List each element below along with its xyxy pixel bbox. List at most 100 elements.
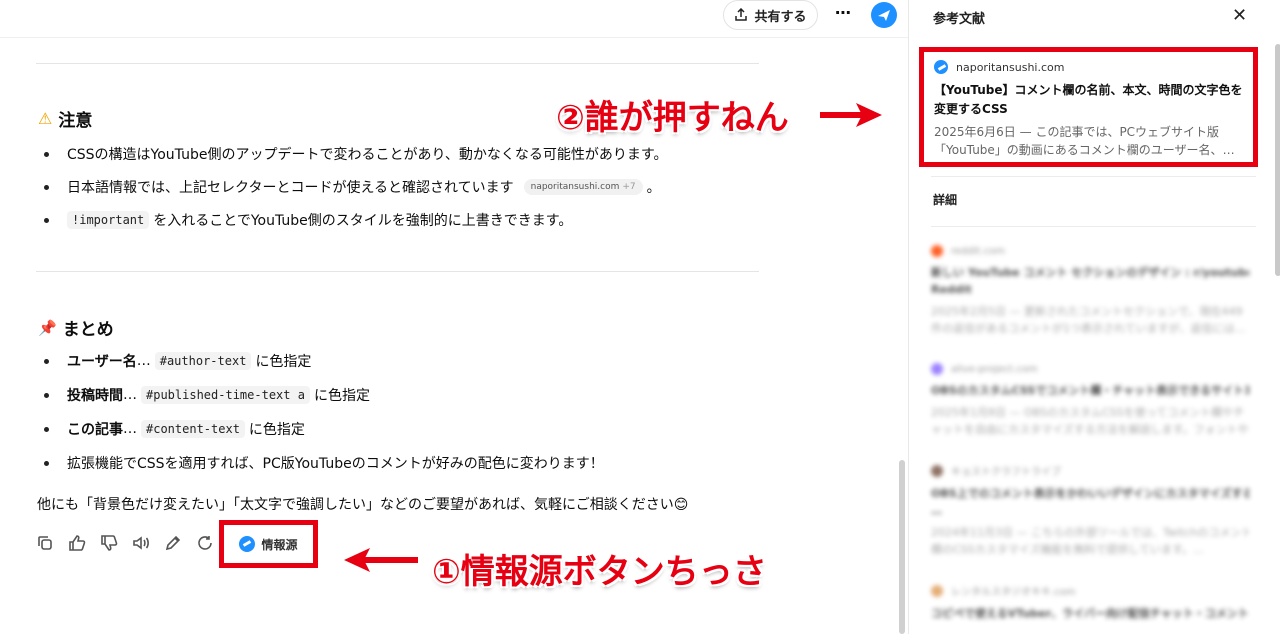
site-icon bbox=[931, 363, 943, 375]
reference-domain: alive-project.com bbox=[951, 363, 1038, 375]
summary-title: まとめ bbox=[62, 320, 114, 340]
bullet-dot bbox=[44, 184, 49, 190]
citation-domain: naporitansushi.com bbox=[530, 182, 620, 192]
inline-code: #author-text bbox=[154, 352, 252, 370]
reference-snippet: 件の返信があるコメントが1つ表示されていますが、返信には… bbox=[931, 322, 1246, 335]
plane-icon bbox=[878, 10, 890, 21]
references-panel: 参考文献 ✕ naporitansushi.com 【YouTube】コメント欄… bbox=[908, 0, 1280, 634]
bullet-dot bbox=[44, 217, 49, 223]
details-heading: 詳細 bbox=[933, 193, 958, 207]
reference-domain: naporitansushi.com bbox=[956, 60, 1065, 74]
list-item: 日本語情報では、上記セレクターとコードが使えると確認されています naporit… bbox=[44, 177, 661, 197]
site-icon bbox=[934, 60, 948, 74]
reference-item[interactable]: alive-project.com OBSのカスタムCSSでコメント欄・チャット… bbox=[931, 363, 1249, 438]
featured-reference-card[interactable]: naporitansushi.com 【YouTube】コメント欄の名前、本文、… bbox=[919, 47, 1258, 167]
list-item-text: 日本語情報では、上記セレクターとコードが使えると確認されています bbox=[67, 180, 514, 196]
list-item-ellipsis: … bbox=[123, 387, 137, 403]
list-item: 拡張機能でCSSを適用すれば、PC版YouTubeのコメントが好みの配色に変わり… bbox=[44, 453, 604, 473]
closing-paragraph: 他にも「背景色だけ変えたい」「太文字で強調したい」などのご要望があれば、気軽にご… bbox=[37, 497, 689, 513]
summary-heading: 📌 まとめ bbox=[38, 315, 114, 341]
speaker-icon[interactable] bbox=[132, 534, 150, 556]
reference-list: reddit.com 新しい YouTube コメント セクションのデザイン :… bbox=[909, 235, 1280, 634]
list-item-bold: この記事 bbox=[67, 422, 123, 438]
app-window: 共有する ⋯ ⚠ 注意 CSSの構造はYouTube側のアップデートで変わること… bbox=[0, 0, 1280, 634]
reference-domain: reddit.com bbox=[951, 245, 1005, 257]
reference-domain: レンタルスタジオキキ.com bbox=[951, 587, 1076, 598]
reference-item[interactable]: キョストクラフトライブ OBS上でのコメント表示をかわいいデザインにカスタマイズ… bbox=[931, 463, 1249, 558]
reference-title-cont: … bbox=[931, 504, 942, 517]
list-item-bold: ユーザー名 bbox=[67, 354, 137, 370]
reference-domain-row: naporitansushi.com bbox=[934, 60, 1243, 74]
caution-heading: ⚠ 注意 bbox=[38, 106, 92, 131]
list-item-text: 拡張機能でCSSを適用すれば、PC版YouTubeのコメントが好みの配色に変わり… bbox=[67, 456, 604, 472]
list-item: ユーザー名 … #author-text に色指定 bbox=[44, 351, 311, 371]
reference-title: 新しい YouTube コメント セクションのデザイン : r/youtube … bbox=[931, 266, 1249, 279]
list-item: CSSの構造はYouTube側のアップデートで変わることがあり、動かなくなる可能… bbox=[44, 144, 668, 164]
share-label: 共有する bbox=[754, 9, 807, 25]
annotation-one: ①情報源ボタンちっさ bbox=[432, 552, 767, 592]
sources-button[interactable]: 情報源 bbox=[219, 520, 318, 568]
list-item: この記事 … #content-text に色指定 bbox=[44, 419, 305, 439]
annotation-two: ②誰が押すねん bbox=[556, 98, 789, 138]
divider bbox=[931, 176, 1256, 177]
annotation-arrow-left bbox=[344, 548, 418, 572]
panel-scrollbar[interactable] bbox=[1275, 44, 1280, 276]
site-icon bbox=[931, 584, 943, 597]
reference-title-cont: Reddit bbox=[931, 283, 972, 296]
list-item-text: に色指定 bbox=[248, 422, 305, 438]
annotation-arrow-right bbox=[820, 103, 882, 127]
bullet-dot bbox=[44, 426, 49, 432]
caution-title: 注意 bbox=[58, 111, 93, 131]
reference-title: OBSのカスタムCSSでコメント欄・チャット表示できるサイト1選 bbox=[931, 384, 1249, 397]
divider bbox=[36, 271, 759, 272]
divider bbox=[931, 226, 1256, 227]
list-item-text: に色指定 bbox=[313, 388, 370, 404]
list-item-text: を入れることでYouTube側のスタイルを強制的に上書きできます。 bbox=[153, 213, 573, 229]
thumbs-down-icon[interactable] bbox=[100, 534, 118, 556]
reference-snippet: 2025年6月6日 — この記事では、PCウェブサイト版 bbox=[934, 125, 1220, 139]
reference-snippet: 2024年11月3日 — こちらの外部ツールでは、Twitchのコメント bbox=[931, 526, 1249, 539]
bullet-dot bbox=[44, 358, 49, 364]
more-options-button[interactable]: ⋯ bbox=[832, 4, 854, 26]
list-item-suffix: 。 bbox=[646, 180, 661, 196]
list-item-ellipsis: … bbox=[136, 353, 151, 369]
sources-label: 情報源 bbox=[261, 537, 298, 552]
thumbs-up-icon[interactable] bbox=[68, 534, 86, 556]
reddit-icon bbox=[931, 245, 943, 257]
list-item: 投稿時間 … #published-time-text a に色指定 bbox=[44, 385, 370, 405]
divider bbox=[36, 63, 759, 64]
list-item-text: に色指定 bbox=[255, 354, 312, 370]
reference-title[interactable]: 【YouTube】コメント欄の名前、本文、時間の文字色を変更するCSS bbox=[934, 81, 1243, 119]
inline-code: #published-time-text a bbox=[141, 386, 310, 404]
reference-snippet: 2025年1月8日 — OBSのカスタムCSSを使ってコメント欄やチ bbox=[931, 406, 1245, 419]
panel-title: 参考文献 bbox=[933, 12, 986, 27]
regenerate-icon[interactable] bbox=[196, 534, 214, 556]
bullet-dot bbox=[44, 392, 49, 398]
chat-main: 共有する ⋯ ⚠ 注意 CSSの構造はYouTube側のアップデートで変わること… bbox=[0, 0, 908, 634]
reference-domain: キョストクラフトライブ bbox=[951, 467, 1061, 478]
warning-icon: ⚠ bbox=[38, 109, 53, 128]
main-scrollbar[interactable] bbox=[899, 460, 905, 634]
citation-pill[interactable]: naporitansushi.com +7 bbox=[523, 179, 643, 195]
copy-icon[interactable] bbox=[36, 534, 54, 556]
edit-icon[interactable] bbox=[164, 534, 182, 556]
site-icon bbox=[931, 464, 943, 477]
citation-more: +7 bbox=[622, 182, 636, 192]
assistant-logo[interactable] bbox=[871, 2, 897, 28]
list-item: !important を入れることでYouTube側のスタイルを強制的に上書きで… bbox=[44, 210, 572, 230]
share-button[interactable]: 共有する bbox=[723, 0, 818, 30]
reference-item[interactable]: レンタルスタジオキキ.com コピペで使えるVTuber、ライバー向け配信チャッ… bbox=[931, 583, 1249, 622]
reference-snippet: 欄のCSSカスタマイズ機能を無料で提供しています。… bbox=[931, 543, 1204, 556]
topbar: 共有する ⋯ bbox=[0, 0, 908, 38]
reference-title: コピペで使えるVTuber、ライバー向け配信チャット・コメント欄 bbox=[931, 607, 1249, 620]
list-item-text: CSSの構造はYouTube側のアップデートで変わることがあり、動かなくなる可能… bbox=[67, 147, 668, 163]
inline-code: #content-text bbox=[141, 420, 245, 438]
reference-title: OBS上でのコメント表示をかわいいデザインにカスタマイズする bbox=[931, 487, 1249, 500]
reference-item[interactable]: reddit.com 新しい YouTube コメント セクションのデザイン :… bbox=[931, 245, 1249, 337]
close-icon[interactable]: ✕ bbox=[1232, 5, 1247, 26]
message-actions bbox=[36, 534, 214, 556]
reference-snippet: 「YouTube」の動画にあるコメント欄のユーザー名、本文、投… bbox=[934, 143, 1243, 157]
pushpin-icon: 📌 bbox=[38, 318, 57, 337]
list-item-ellipsis: … bbox=[123, 421, 137, 437]
bullet-dot bbox=[44, 460, 49, 466]
